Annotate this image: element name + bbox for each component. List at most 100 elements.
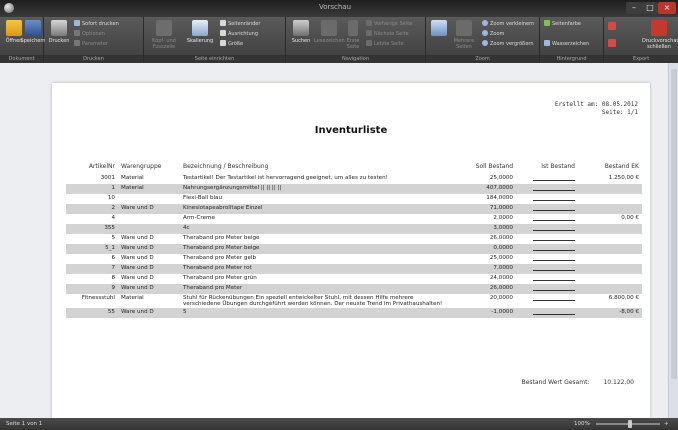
minimize-button[interactable]: – [626,2,642,14]
search-label: Suchen [291,38,311,44]
print-button[interactable]: Drucken [46,20,72,44]
app-menu-icon[interactable] [4,3,14,13]
ist-bestand-entry-line [533,175,575,181]
margins-button[interactable]: Seitenränder [220,20,260,28]
ist-bestand-entry-line [533,235,575,241]
size-button[interactable]: Größe [220,40,243,48]
cell-soll: 26,0000 [450,284,516,294]
zoom-out-button[interactable]: Zoom verkleinern [482,20,534,28]
header-footer-label: Kopf- und Fusszeile [152,38,176,50]
print-label: Drucken [48,38,70,44]
cell-beschreibung: Theraband pro Meter grün [183,275,257,281]
maximize-button[interactable]: □ [642,2,658,14]
orientation-label: Ausrichtung [228,31,259,37]
search-button[interactable]: Suchen [288,20,314,44]
table-row: 7 Ware und D Theraband pro Meter rot 7,0000 [66,264,642,274]
page-color-button[interactable]: Seitenfarbe [544,20,581,28]
ist-bestand-entry-line [533,285,575,291]
total-value: 10.122,00 [603,379,634,386]
cell-beschreibung: Theraband pro Meter [180,284,450,294]
quick-print-icon [74,20,80,26]
watermark-button[interactable]: Wasserzeichen [544,40,589,48]
cell-artikelnr: 1 [66,184,118,194]
orientation-icon [220,30,226,36]
ist-bestand-entry-line [533,225,575,231]
cell-warengruppe: Ware und D [118,204,180,214]
cell-ist [516,214,578,224]
window-title: Vorschau [318,3,352,11]
next-page-button[interactable]: Nächste Seite [366,30,409,38]
total-label: Bestand Wert Gesamt: [521,379,590,386]
parameter-button[interactable]: Parameter [74,40,108,48]
cell-ek [578,244,642,254]
cell-ist [516,234,578,244]
created-date: Erstellt am: 08.05.2012 [554,101,638,108]
table-row: 9 Ware und D Theraband pro Meter 26,0000 [66,284,642,294]
cell-artikelnr: 5 [111,235,115,241]
document-meta: Erstellt am: 08.05.2012 Seite: 1/1 [555,101,638,117]
ist-bestand-entry-line [533,245,575,251]
zoom-minus-button[interactable]: – [588,418,591,430]
group-zoom: Mehrere Seiten Zoom verkleinern Zoom Zoo… [426,17,540,63]
previous-page-button[interactable]: Vorherige Seite [366,20,412,28]
cell-artikelnr: 3001 [100,175,115,181]
close-preview-button[interactable]: Druckvorschau schließen [642,20,678,50]
cell-ek: 0,00 € [621,215,639,221]
printer-icon [51,20,67,36]
col-soll: Soll Bestand [475,163,513,170]
scrollbar-thumb[interactable] [671,69,677,379]
header-footer-button[interactable]: Kopf- und Fusszeile [146,20,182,50]
scaling-button[interactable]: Skalierung [184,20,216,44]
scaling-label: Skalierung [186,38,214,44]
ist-bestand-entry-line [533,205,575,211]
zoom-dropdown[interactable]: Zoom [482,30,504,38]
cell-beschreibung: Kinesiotapeabrolltape Einzel [180,204,450,214]
preview-workspace[interactable]: Erstellt am: 08.05.2012 Seite: 1/1 Inven… [0,63,678,418]
scaling-icon [192,20,208,36]
cell-artikelnr: 4 [111,215,115,221]
save-button[interactable]: Speichern [20,20,46,44]
cell-ist [516,174,578,184]
multiple-pages-button[interactable]: Mehrere Seiten [450,20,478,50]
bookmarks-button[interactable]: Lesezeichen [314,20,345,44]
cell-ist [516,308,578,318]
email-icon [608,39,616,47]
group-label-export: Export [604,55,678,63]
pointer-button[interactable] [428,20,450,38]
cell-artikelnr: 9 [66,284,118,294]
previous-page-icon [366,20,372,26]
ribbon: Öffnen Speichern Dokument Drucken Sofort… [0,17,678,63]
zoom-plus-button[interactable]: + [664,418,669,430]
parameter-icon [74,40,80,46]
save-label: Speichern [20,38,46,44]
document-title: Inventurliste [314,125,388,136]
cell-artikelnr: 8 [111,275,115,281]
orientation-button[interactable]: Ausrichtung [220,30,258,38]
cell-artikelnr: 5_1 [66,244,118,254]
table-header-row: ArtikelNr Warengruppe Bezeichnung / Besc… [66,163,642,174]
export-button[interactable] [608,22,618,30]
last-page-icon [366,40,372,46]
zoom-out-icon [482,20,488,26]
cell-warengruppe [118,224,180,234]
cell-warengruppe: Ware und D [118,308,180,318]
group-label-navigation: Navigation [286,55,425,63]
ist-bestand-entry-line [533,255,575,261]
cell-ek [578,274,642,284]
export-icon [608,22,616,30]
zoom-in-button[interactable]: Zoom vergrößern [482,40,534,48]
magnifier-icon [482,30,488,36]
email-button[interactable] [608,39,618,47]
cell-ek: -8,00 € [578,308,642,318]
options-button[interactable]: Optionen [74,30,105,38]
last-page-button[interactable]: Letzte Seite [366,40,404,48]
quick-print-button[interactable]: Sofort drucken [74,20,119,28]
first-page-button[interactable]: Erste Seite [344,20,362,50]
cell-ist [516,254,578,264]
close-window-button[interactable]: × [658,2,676,14]
cell-soll: 184,0000 [486,195,513,201]
col-ist: Ist Bestand [541,163,575,170]
cell-warengruppe: Ware und D [121,235,154,241]
zoom-slider-thumb[interactable] [628,420,632,428]
vertical-scrollbar[interactable] [668,63,678,418]
